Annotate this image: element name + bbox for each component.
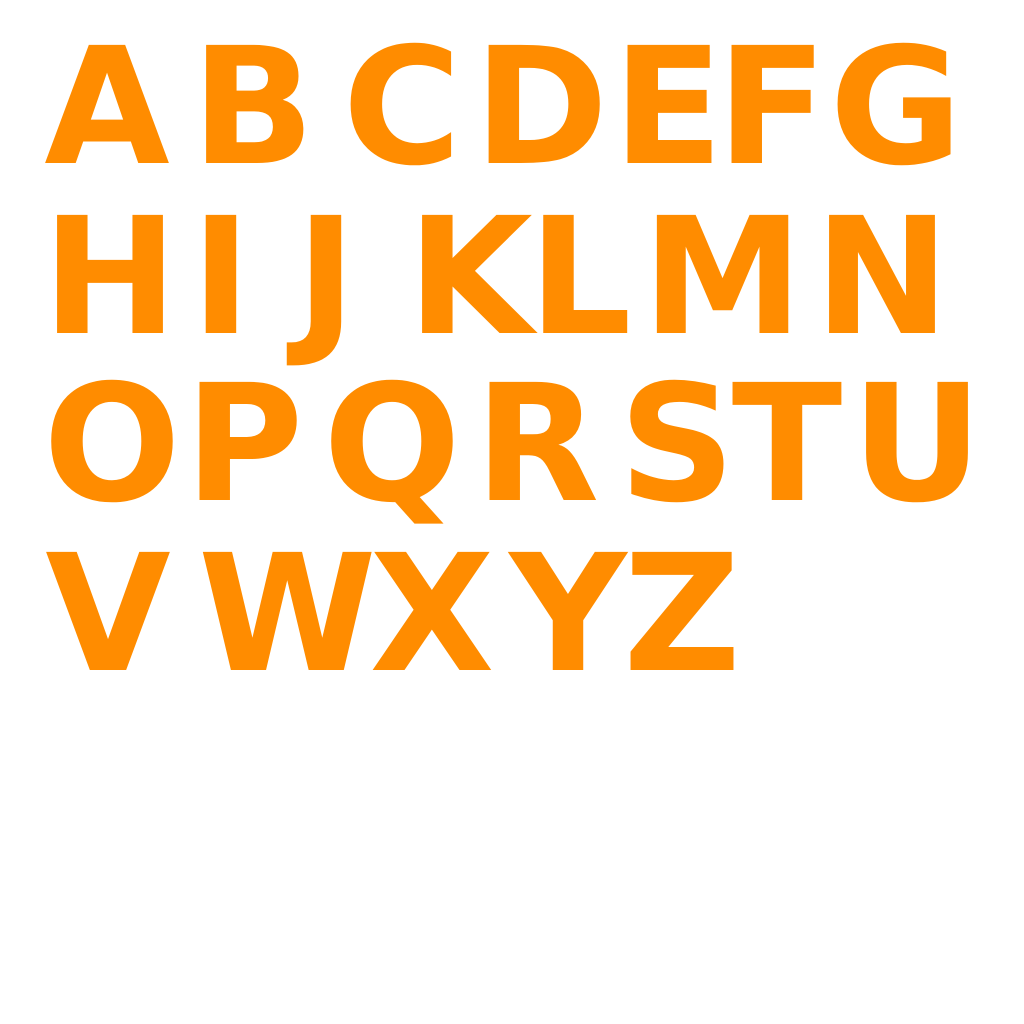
- letter-t: T: [731, 351, 843, 539]
- letter-p: P: [184, 351, 304, 539]
- alphabet-sheet: A B C D E F G H I J K L M N O P Q R S T …: [0, 0, 1024, 1024]
- letter-l: L: [528, 184, 632, 372]
- letter-row-3: O P Q R S T U: [0, 351, 1024, 539]
- letter-m: M: [642, 184, 804, 372]
- letter-row-2: H I J K L M N: [0, 184, 1024, 372]
- letter-f: F: [716, 14, 828, 202]
- letter-q: Q: [323, 351, 461, 539]
- letter-z: Z: [623, 521, 741, 709]
- letter-row-1: A B C D E F G: [0, 14, 1024, 202]
- letter-row-4: V W X Y Z: [0, 521, 1024, 709]
- letter-b: B: [191, 14, 315, 202]
- letter-v: V: [45, 521, 171, 709]
- letter-x: X: [369, 521, 495, 709]
- letter-j: J: [295, 184, 357, 372]
- letter-n: N: [814, 184, 950, 372]
- letter-d: D: [473, 14, 609, 202]
- letter-o: O: [43, 351, 181, 539]
- letter-r: R: [474, 351, 600, 539]
- letter-a: A: [44, 14, 170, 202]
- letter-c: C: [342, 14, 462, 202]
- letter-w: W: [198, 521, 377, 709]
- letter-u: U: [851, 351, 983, 539]
- letter-g: G: [829, 14, 963, 202]
